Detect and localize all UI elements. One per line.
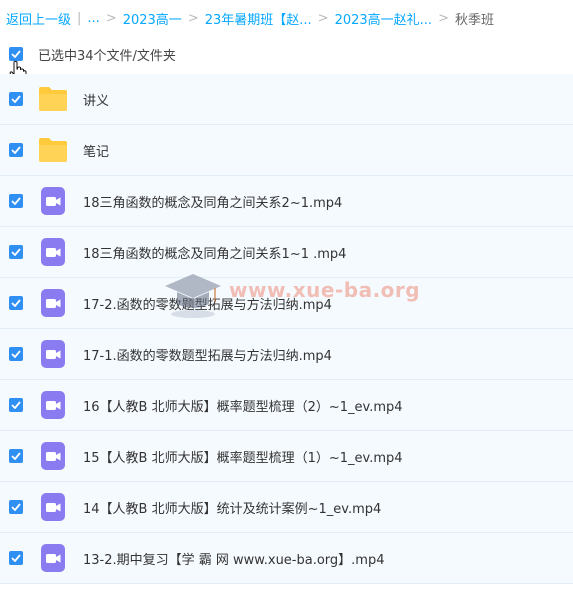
row-checkbox[interactable] xyxy=(9,143,23,157)
check-icon xyxy=(11,503,21,511)
video-file-icon xyxy=(41,238,65,266)
selection-count: 已选中34个文件/文件夹 xyxy=(38,48,176,64)
row-checkbox[interactable] xyxy=(9,347,23,361)
folder-icon xyxy=(39,87,67,111)
row-checkbox[interactable] xyxy=(9,398,23,412)
file-name[interactable]: 17-1.函数的零数题型拓展与方法归纳.mp4 xyxy=(83,345,332,364)
check-icon xyxy=(11,299,21,307)
file-row[interactable]: 15【人教B 北师大版】概率题型梳理（1）~1_ev.mp4 xyxy=(0,431,573,482)
file-row[interactable]: 17-2.函数的零数题型拓展与方法归纳.mp4 xyxy=(0,278,573,329)
breadcrumb-item[interactable]: 2023高一赵礼... xyxy=(335,9,432,28)
file-name[interactable]: 14【人教B 北师大版】统计及统计案例~1_ev.mp4 xyxy=(83,498,381,517)
file-name[interactable]: 笔记 xyxy=(83,141,109,160)
breadcrumb-item[interactable]: 23年暑期班【赵... xyxy=(205,9,312,28)
video-file-icon xyxy=(41,391,65,419)
check-icon xyxy=(11,50,21,58)
row-checkbox[interactable] xyxy=(9,92,23,106)
back-link[interactable]: 返回上一级 xyxy=(6,9,71,28)
video-file-icon xyxy=(41,289,65,317)
file-row[interactable]: 16【人教B 北师大版】概率题型梳理（2）~1_ev.mp4 xyxy=(0,380,573,431)
check-icon xyxy=(11,146,21,154)
check-icon xyxy=(11,401,21,409)
file-row[interactable]: 讲义 xyxy=(0,74,573,125)
file-name[interactable]: 13-2.期中复习【学 霸 网 www.xue-ba.org】.mp4 xyxy=(83,549,384,568)
file-name[interactable]: 17-2.函数的零数题型拓展与方法归纳.mp4 xyxy=(83,294,332,313)
check-icon xyxy=(11,350,21,358)
file-name[interactable]: 15【人教B 北师大版】概率题型梳理（1）~1_ev.mp4 xyxy=(83,447,403,466)
breadcrumb-separator: > xyxy=(105,10,117,26)
check-icon xyxy=(11,197,21,205)
row-checkbox[interactable] xyxy=(9,551,23,565)
row-checkbox[interactable] xyxy=(9,245,23,259)
file-list: 讲义笔记 18三角函数的概念及同角之间关系2~1.mp4 18三角函数的概念及同角之… xyxy=(0,74,573,584)
folder-icon xyxy=(39,138,67,162)
breadcrumb-ellipsis[interactable]: ... xyxy=(87,11,99,26)
row-checkbox[interactable] xyxy=(9,194,23,208)
breadcrumb-current: 秋季班 xyxy=(454,12,494,28)
video-file-icon xyxy=(41,442,65,470)
file-row[interactable]: 17-1.函数的零数题型拓展与方法归纳.mp4 xyxy=(0,329,573,380)
video-file-icon xyxy=(41,544,65,572)
breadcrumb-item[interactable]: 2023高一 xyxy=(123,9,182,28)
row-checkbox[interactable] xyxy=(9,500,23,514)
file-row[interactable]: 13-2.期中复习【学 霸 网 www.xue-ba.org】.mp4 xyxy=(0,533,573,584)
selection-bar: 已选中34个文件/文件夹 xyxy=(0,40,573,68)
file-name[interactable]: 18三角函数的概念及同角之间关系2~1.mp4 xyxy=(83,192,342,211)
row-checkbox[interactable] xyxy=(9,296,23,310)
file-name[interactable]: 16【人教B 北师大版】概率题型梳理（2）~1_ev.mp4 xyxy=(83,396,403,415)
breadcrumb-separator: > xyxy=(317,10,329,26)
video-file-icon xyxy=(41,340,65,368)
file-row[interactable]: 18三角函数的概念及同角之间关系2~1.mp4 xyxy=(0,176,573,227)
file-name[interactable]: 18三角函数的概念及同角之间关系1~1 .mp4 xyxy=(83,243,346,262)
check-icon xyxy=(11,95,21,103)
check-icon xyxy=(11,248,21,256)
video-file-icon xyxy=(41,493,65,521)
breadcrumb-separator: > xyxy=(187,10,199,26)
file-row[interactable]: 14【人教B 北师大版】统计及统计案例~1_ev.mp4 xyxy=(0,482,573,533)
breadcrumb: 返回上一级 | ... > 2023高一 > 23年暑期班【赵... > 202… xyxy=(6,8,494,28)
breadcrumb-separator: > xyxy=(438,10,449,26)
breadcrumb-separator: | xyxy=(77,10,82,26)
select-all-checkbox[interactable] xyxy=(9,47,23,61)
file-name[interactable]: 讲义 xyxy=(83,90,109,109)
file-row[interactable]: 笔记 xyxy=(0,125,573,176)
row-checkbox[interactable] xyxy=(9,449,23,463)
check-icon xyxy=(11,554,21,562)
video-file-icon xyxy=(41,187,65,215)
file-row[interactable]: 18三角函数的概念及同角之间关系1~1 .mp4 xyxy=(0,227,573,278)
check-icon xyxy=(11,452,21,460)
